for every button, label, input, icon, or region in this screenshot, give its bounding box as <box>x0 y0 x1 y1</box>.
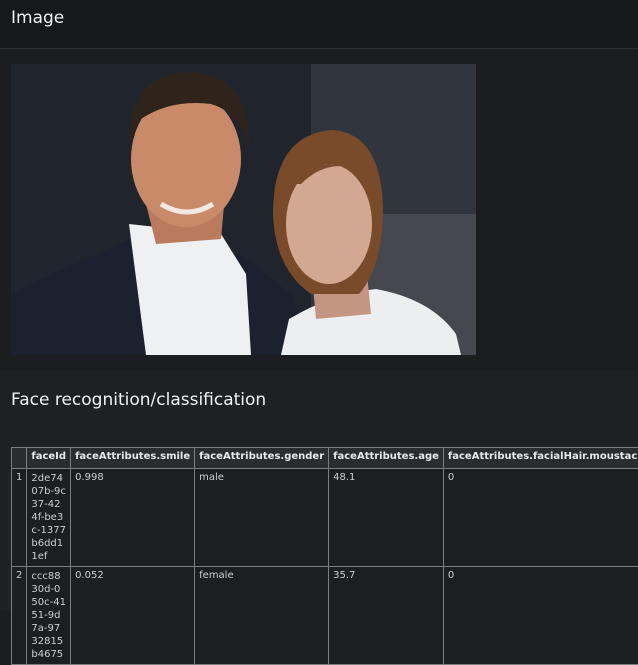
table-row: 1 2de7407b-9c37-424f-be3c-1377b6dd11ef 0… <box>12 469 638 567</box>
column-header-moustache[interactable]: faceAttributes.facialHair.moustache <box>443 448 638 469</box>
gender-cell: female <box>195 567 329 665</box>
moustache-cell: 0 <box>443 567 638 665</box>
column-header-faceid[interactable]: faceId <box>27 448 71 469</box>
portrait-photo <box>11 64 476 355</box>
gender-cell: male <box>195 469 329 567</box>
image-section-title: Image <box>11 8 64 28</box>
table-header-row: faceId faceAttributes.smile faceAttribut… <box>12 448 638 469</box>
faceid-cell: ccc8830d-050c-4151-9d7a-9732815b4675 <box>27 567 71 665</box>
row-index: 1 <box>12 469 27 567</box>
moustache-cell: 0 <box>443 469 638 567</box>
smile-cell: 0.052 <box>71 567 195 665</box>
smile-cell: 0.998 <box>71 469 195 567</box>
column-header-age[interactable]: faceAttributes.age <box>329 448 444 469</box>
faceid-cell: 2de7407b-9c37-424f-be3c-1377b6dd11ef <box>27 469 71 567</box>
column-header-gender[interactable]: faceAttributes.gender <box>195 448 329 469</box>
age-cell: 35.7 <box>329 567 444 665</box>
column-header-smile[interactable]: faceAttributes.smile <box>71 448 195 469</box>
table-row: 2 ccc8830d-050c-4151-9d7a-9732815b4675 0… <box>12 567 638 665</box>
face-section-title: Face recognition/classification <box>11 390 266 410</box>
image-section-header: Image <box>0 0 638 49</box>
face-attributes-table: faceId faceAttributes.smile faceAttribut… <box>11 447 638 665</box>
row-index-header <box>12 448 27 469</box>
age-cell: 48.1 <box>329 469 444 567</box>
row-index: 2 <box>12 567 27 665</box>
